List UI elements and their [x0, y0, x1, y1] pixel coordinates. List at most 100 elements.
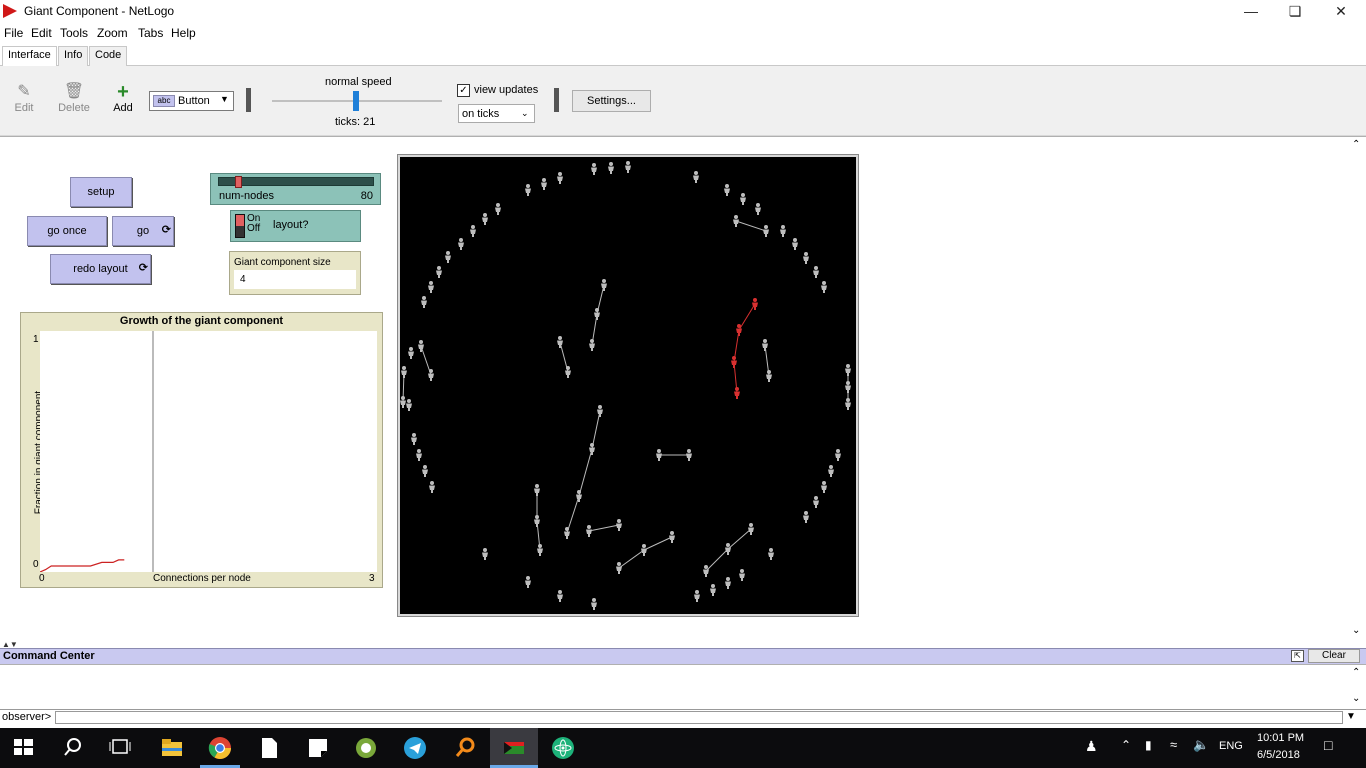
- command-output: ⌃ ⌄: [0, 664, 1366, 710]
- plus-icon: +: [117, 81, 129, 103]
- clock-time[interactable]: 10:01 PM: [1257, 732, 1304, 744]
- go-button[interactable]: go ⟳: [112, 216, 174, 246]
- close-button[interactable]: ✕: [1318, 0, 1364, 24]
- world-view[interactable]: [400, 157, 856, 614]
- chevron-down-icon[interactable]: ▼: [1346, 711, 1356, 722]
- redo-layout-label: redo layout: [73, 263, 128, 275]
- menu-tools[interactable]: Tools: [60, 26, 88, 40]
- plot-ymax-label: 1: [33, 334, 39, 345]
- layout-switch[interactable]: On Off layout?: [230, 210, 361, 242]
- world-view-frame: [397, 154, 859, 617]
- clear-button[interactable]: Clear: [1308, 649, 1360, 663]
- plot-background: [40, 331, 377, 572]
- view-updates-checkbox[interactable]: ✓: [457, 84, 470, 97]
- restore-button[interactable]: ❏: [1272, 0, 1318, 24]
- window-title: Giant Component - NetLogo: [24, 4, 175, 18]
- language-indicator[interactable]: ENG: [1219, 740, 1243, 752]
- chevron-down-icon: ▼: [220, 94, 229, 104]
- menu-help[interactable]: Help: [171, 26, 196, 40]
- scroll-down-icon[interactable]: ⌄: [1352, 693, 1360, 704]
- redo-layout-button[interactable]: redo layout ⟳: [50, 254, 151, 284]
- switch-knob: [236, 215, 244, 226]
- sticky-notes-icon[interactable]: [306, 736, 330, 760]
- windows-taskbar: ♟ ⌃ ▮ ≈ 🔈 ENG 10:01 PM 6/5/2018 □: [0, 728, 1366, 768]
- giant-component-plot: Growth of the giant component Fraction i…: [20, 312, 383, 588]
- command-center-title: Command Center: [3, 650, 95, 662]
- netlogo-taskbar-item[interactable]: [490, 728, 538, 768]
- ticks-counter: ticks: 21: [335, 116, 376, 128]
- update-mode-value: on ticks: [462, 108, 500, 120]
- menu-zoom[interactable]: Zoom: [97, 26, 128, 40]
- windows-start-icon[interactable]: [12, 736, 36, 760]
- menu-file[interactable]: File: [4, 26, 23, 40]
- tab-info[interactable]: Info: [58, 46, 89, 66]
- world-background: [400, 157, 856, 614]
- plot-xmin-label: 0: [39, 573, 45, 584]
- command-input[interactable]: [55, 711, 1343, 724]
- go-label: go: [136, 225, 150, 237]
- settings-button[interactable]: Settings...: [572, 90, 651, 112]
- notifications-icon[interactable]: □: [1324, 737, 1332, 753]
- plot-x-axis-label: Connections per node: [153, 573, 251, 584]
- file-explorer-icon[interactable]: [160, 736, 184, 760]
- document-icon[interactable]: [258, 736, 282, 760]
- switch-off-label: Off: [247, 223, 261, 234]
- monitor-value: 4: [234, 270, 356, 289]
- switch-track[interactable]: [235, 214, 245, 238]
- title-bar: Giant Component - NetLogo — ❏ ✕: [0, 0, 1366, 24]
- observer-prompt-dropdown[interactable]: observer>: [2, 711, 51, 723]
- trash-icon: 🗑: [63, 83, 85, 100]
- go-once-button[interactable]: go once: [27, 216, 107, 246]
- delete-label: Delete: [58, 102, 90, 114]
- telegram-icon[interactable]: [403, 736, 427, 760]
- setup-button[interactable]: setup: [70, 177, 132, 207]
- scroll-up-icon[interactable]: ⌃: [1352, 667, 1360, 678]
- interface-scrollbar[interactable]: ⌃ ⌄: [1349, 137, 1366, 643]
- switch-label: layout?: [273, 219, 309, 231]
- chrome-icon[interactable]: [208, 736, 232, 760]
- edit-button[interactable]: ✎ Edit: [4, 82, 44, 114]
- slider-value: 80: [360, 190, 373, 202]
- forever-icon: ⟳: [161, 224, 171, 236]
- menu-edit[interactable]: Edit: [31, 26, 52, 40]
- monitor-label: Giant component size: [234, 257, 331, 268]
- go-once-label: go once: [47, 225, 87, 237]
- edit-label: Edit: [14, 102, 34, 114]
- search-icon[interactable]: [62, 736, 86, 760]
- scroll-down-icon[interactable]: ⌄: [1352, 625, 1360, 636]
- android-studio-icon[interactable]: [354, 736, 378, 760]
- slider-label: num-nodes: [219, 190, 275, 202]
- giant-component-monitor: Giant component size 4: [229, 251, 361, 295]
- interface-area: setup go once go ⟳ redo layout ⟳ num-nod…: [0, 136, 1366, 643]
- tab-interface[interactable]: Interface: [2, 46, 57, 66]
- clock-date[interactable]: 6/5/2018: [1257, 749, 1300, 761]
- maximize-icon[interactable]: ⇱: [1291, 650, 1304, 662]
- tab-code[interactable]: Code: [89, 46, 128, 66]
- slider-handle[interactable]: [234, 176, 242, 188]
- speed-slider-thumb[interactable]: [353, 91, 359, 111]
- setup-label: setup: [87, 186, 115, 198]
- volume-icon[interactable]: 🔈: [1193, 737, 1209, 753]
- delete-button[interactable]: 🗑 Delete: [54, 82, 94, 114]
- plot-canvas: [40, 331, 377, 572]
- wifi-icon[interactable]: ≈: [1170, 737, 1177, 752]
- magnifier-app-icon[interactable]: [453, 736, 477, 760]
- task-view-icon[interactable]: [108, 736, 132, 760]
- chevron-up-icon[interactable]: ⌃: [1121, 738, 1131, 752]
- add-button[interactable]: + Add: [103, 82, 143, 114]
- menu-bar: File Edit Tools Zoom Tabs Help: [0, 24, 1366, 44]
- num-nodes-slider[interactable]: num-nodes 80: [210, 173, 381, 205]
- view-updates-label: view updates: [474, 84, 539, 96]
- people-icon[interactable]: ♟: [1085, 738, 1098, 755]
- output-scrollbar[interactable]: ⌃ ⌄: [1349, 665, 1366, 711]
- widget-type-dropdown[interactable]: abc Button ▼: [149, 91, 234, 111]
- scroll-up-icon[interactable]: ⌃: [1352, 139, 1360, 150]
- toolbar: ✎ Edit 🗑 Delete + Add abc Button ▼ norma…: [0, 66, 1366, 136]
- update-mode-dropdown[interactable]: on ticks ⌄: [458, 104, 535, 123]
- atom-icon[interactable]: [551, 736, 575, 760]
- battery-icon[interactable]: ▮: [1145, 738, 1152, 752]
- menu-tabs[interactable]: Tabs: [138, 26, 163, 40]
- speed-label: normal speed: [325, 76, 392, 88]
- minimize-button[interactable]: —: [1228, 0, 1274, 24]
- toolbar-separator: [554, 88, 559, 112]
